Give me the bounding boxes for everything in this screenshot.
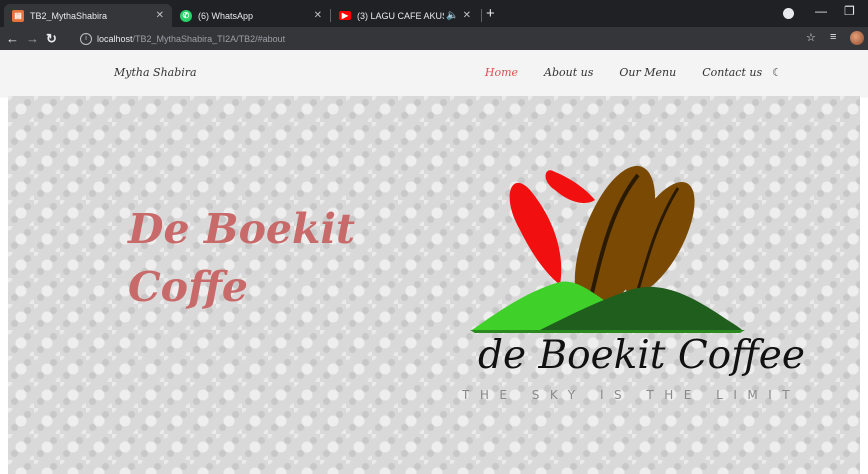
tab-title: (6) WhatsApp	[198, 10, 254, 21]
bookmark-star-icon[interactable]: ☆	[806, 31, 816, 44]
close-tab-icon[interactable]: ✕	[156, 10, 164, 21]
restore-icon[interactable]: ❐	[844, 4, 855, 18]
nav-link-contact[interactable]: Contact us	[702, 66, 762, 79]
new-tab-plus-icon[interactable]: +	[486, 4, 495, 24]
site-brand[interactable]: Mytha Shabira	[114, 66, 197, 79]
logo-red-leaf-right	[545, 170, 595, 203]
profile-circle-icon[interactable]	[783, 8, 794, 19]
info-icon[interactable]: i	[80, 32, 92, 45]
site-favicon-icon: ▤	[12, 9, 24, 22]
hero-title-line-1: De Boekit	[128, 205, 355, 253]
tab-title: TB2_MythaShabira	[30, 10, 108, 21]
site-navbar: Mytha Shabira Home About us Our Menu Con…	[0, 50, 868, 96]
browser-tab-bar: ▤ TB2_MythaShabira ✕ ✆ (6) WhatsApp ✕ ▶ …	[0, 0, 868, 27]
logo-red-leaf-left	[509, 182, 562, 285]
media-queue-icon[interactable]: ≡	[830, 31, 836, 43]
nav-link-home[interactable]: Home	[485, 66, 518, 79]
address-bar-row: ← → ↻ i localhost/TB2_MythaShabira_TI2A/…	[0, 27, 868, 50]
tab-title: (3) LAGU CAFE AKUSTIK INDO	[357, 10, 444, 21]
coffee-logo-graphic	[470, 165, 745, 333]
logo-tagline: THE SKY IS THE LIMIT	[462, 388, 801, 402]
back-arrow-icon[interactable]: ←	[6, 30, 19, 47]
close-tab-icon[interactable]: ✕	[463, 10, 471, 21]
reload-icon[interactable]: ↻	[46, 30, 57, 47]
whatsapp-icon: ✆	[180, 9, 192, 22]
forward-arrow-icon[interactable]: →	[26, 30, 39, 47]
tab-separator	[481, 9, 482, 22]
url-path: /TB2_MythaShabira_TI2A/TB2/#about	[132, 33, 286, 44]
nav-link-about[interactable]: About us	[544, 66, 593, 79]
speaker-icon[interactable]: 🔈	[446, 10, 458, 21]
youtube-icon: ▶	[339, 11, 351, 20]
dark-mode-toggle-icon[interactable]: ☾	[772, 66, 782, 79]
close-tab-icon[interactable]: ✕	[314, 10, 322, 21]
hero-title-line-2: Coffe	[128, 263, 248, 311]
url-host: localhost	[97, 33, 133, 44]
tab-active[interactable]: ▤ TB2_MythaShabira ✕	[4, 4, 172, 27]
hero-title: De Boekit Coffe	[128, 200, 355, 316]
tab-youtube[interactable]: ▶ (3) LAGU CAFE AKUSTIK INDO 🔈 ✕	[331, 4, 479, 27]
main-menu: Home About us Our Menu Contact us ☾	[459, 66, 782, 79]
nav-link-menu[interactable]: Our Menu	[619, 66, 676, 79]
url-input[interactable]: i localhost/TB2_MythaShabira_TI2A/TB2/#a…	[80, 29, 800, 48]
tab-whatsapp[interactable]: ✆ (6) WhatsApp ✕	[172, 4, 330, 27]
logo-wordmark: de Boekit Coffee	[478, 333, 805, 378]
account-avatar[interactable]	[850, 31, 864, 45]
minimize-icon[interactable]: —	[815, 4, 827, 18]
